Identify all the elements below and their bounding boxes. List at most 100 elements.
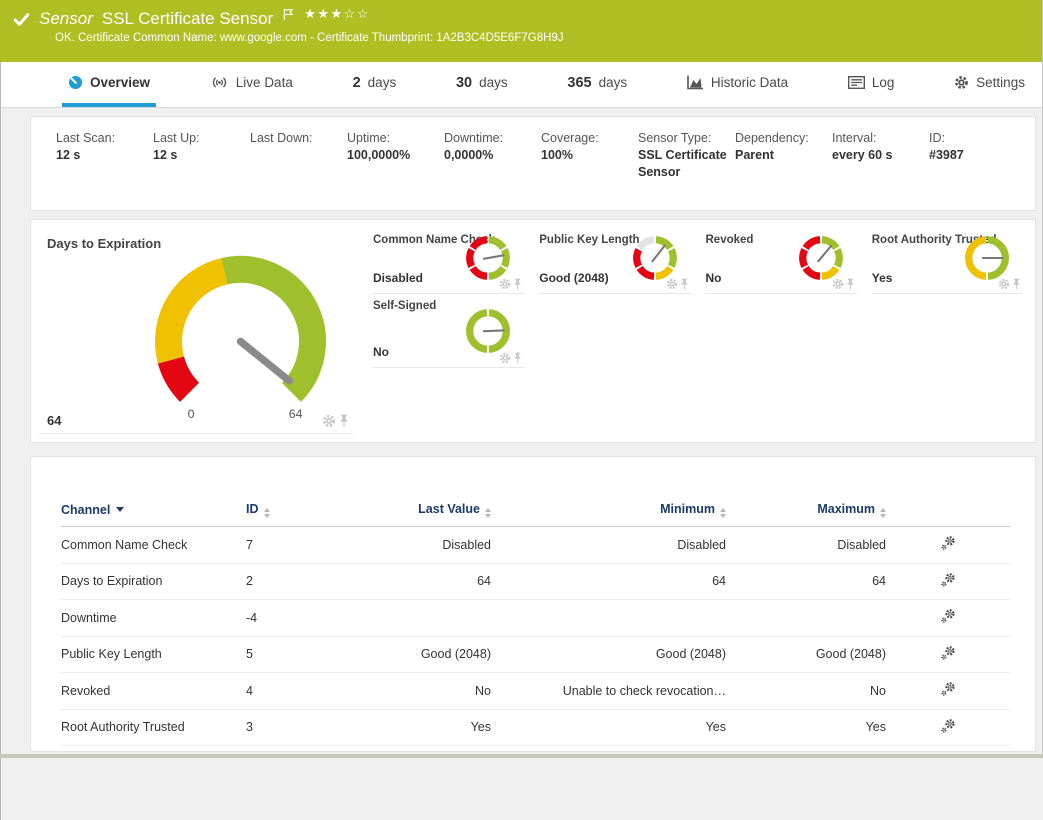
info-item-dependency: Dependency: Parent <box>735 130 832 210</box>
gear-icon[interactable] <box>499 278 511 290</box>
channel-settings-icon[interactable] <box>940 718 956 734</box>
gear-icon[interactable] <box>998 278 1010 290</box>
pin-icon[interactable] <box>513 278 522 290</box>
tab-live-data[interactable]: Live Data <box>204 62 299 107</box>
info-value: 0,0000% <box>444 147 533 164</box>
cell-minimum: Unable to check revocation… <box>491 673 726 710</box>
small-gauge <box>797 234 845 282</box>
gear-icon[interactable] <box>832 278 844 290</box>
info-item-last-down: Last Down: <box>250 130 347 210</box>
col-header-label: Maximum <box>817 502 875 516</box>
tab-30-days[interactable]: 30 days <box>450 62 514 107</box>
cell-minimum: Yes <box>491 709 726 746</box>
channel-row-common-name-check[interactable]: Common Name Check7DisabledDisabledDisabl… <box>61 527 1010 564</box>
channel-row-days-to-expiration[interactable]: Days to Expiration2646464 <box>61 563 1010 600</box>
col-header-label: Last Value <box>418 502 480 516</box>
channel-settings-icon[interactable] <box>940 645 956 661</box>
cell-maximum: Good (2048) <box>726 636 886 673</box>
check-icon <box>13 11 30 28</box>
info-value: #3987 <box>929 147 1018 164</box>
gauge-value: No <box>373 345 389 359</box>
pin-icon[interactable] <box>846 278 855 290</box>
info-label: Downtime: <box>444 130 533 147</box>
cell-maximum: No <box>726 673 886 710</box>
object-kind-label: Sensor <box>39 9 93 29</box>
channel-settings-icon[interactable] <box>940 572 956 588</box>
col-header-maximum[interactable]: Maximum <box>726 497 886 527</box>
channel-settings-icon[interactable] <box>940 535 956 551</box>
gear-icon[interactable] <box>499 352 511 364</box>
days-to-expiration-gauge: 064 <box>128 240 353 432</box>
cell-channel: Revoked <box>61 673 246 710</box>
cell-last-value: Yes <box>341 709 491 746</box>
info-label: Sensor Type: <box>638 130 727 147</box>
tab-range-number: 365 <box>567 75 591 91</box>
info-label: Last Up: <box>153 130 242 147</box>
priority-stars[interactable]: ★★★☆☆ <box>304 6 370 22</box>
channel-row-public-key-length[interactable]: Public Key Length5Good (2048)Good (2048)… <box>61 636 1010 673</box>
cell-id: 4 <box>246 673 341 710</box>
pin-icon[interactable] <box>1012 278 1021 290</box>
cell-channel: Root Authority Trusted <box>61 709 246 746</box>
pin-icon[interactable] <box>513 352 522 364</box>
col-header-label: Minimum <box>660 502 715 516</box>
empty-gauge-cell <box>872 294 1023 368</box>
gauge-value: Good (2048) <box>539 271 608 285</box>
channel-row-self-signed[interactable]: Self-Signed6NoNoNo <box>61 746 1010 753</box>
gauge-title: Self-Signed <box>373 300 436 312</box>
gauge-cell-root-authority-trusted[interactable]: Root Authority TrustedYes <box>872 228 1023 294</box>
tab-range-number: 30 <box>456 75 472 91</box>
info-label: Interval: <box>832 130 921 147</box>
gauge-cell-self-signed[interactable]: Self-Signed No <box>373 294 524 368</box>
channel-row-root-authority-trusted[interactable]: Root Authority Trusted3YesYesYes <box>61 709 1010 746</box>
gauge-title: Revoked <box>706 234 754 246</box>
sensor-status-message: OK. Certificate Common Name: www.google.… <box>0 29 1043 44</box>
channel-row-revoked[interactable]: Revoked4NoUnable to check revocation…No <box>61 673 1010 710</box>
channel-settings-icon[interactable] <box>940 608 956 624</box>
gear-icon[interactable] <box>322 414 336 428</box>
col-header-last-value[interactable]: Last Value <box>341 497 491 527</box>
col-header-id[interactable]: ID <box>246 497 341 527</box>
tab-2-days[interactable]: 2 days <box>347 62 403 107</box>
tab-range-number: 2 <box>353 75 361 91</box>
gauges-panel: Days to Expiration 064 64 Common Name Ch… <box>30 219 1036 443</box>
channel-row-downtime[interactable]: Downtime-4 <box>61 600 1010 637</box>
tab-overview[interactable]: Overview <box>62 62 156 107</box>
tab-bar: Overview Live Data 2 days 30 days 365days Histo… <box>0 62 1043 108</box>
channels-table-panel: ChannelID Last Value Minimum Maximum Common… <box>30 456 1036 752</box>
info-value: SSL Certificate Sensor <box>638 147 727 181</box>
cell-maximum: Yes <box>726 709 886 746</box>
tab-label: days <box>479 75 508 90</box>
tab-settings[interactable]: Settings <box>948 62 1031 107</box>
tab-365-days[interactable]: 365days <box>561 62 633 107</box>
info-item-coverage: Coverage: 100% <box>541 130 638 210</box>
log-icon <box>848 75 865 90</box>
channel-settings-icon[interactable] <box>940 681 956 697</box>
pin-icon[interactable] <box>339 414 349 428</box>
info-value: 100% <box>541 147 630 164</box>
info-value: 100,0000% <box>347 147 436 164</box>
flag-icon[interactable] <box>282 8 295 26</box>
tab-label: Live Data <box>236 75 293 90</box>
gear-icon[interactable] <box>666 278 678 290</box>
tab-label: days <box>368 75 397 90</box>
tab-log[interactable]: Log <box>842 62 901 107</box>
cell-channel: Common Name Check <box>61 527 246 564</box>
sort-icon <box>264 508 270 518</box>
tab-label: Log <box>872 75 895 90</box>
info-label: Last Scan: <box>56 130 145 147</box>
cell-maximum <box>726 600 886 637</box>
tab-historic-data[interactable]: Historic Data <box>681 62 794 107</box>
gauge-cell-revoked[interactable]: RevokedNo <box>706 228 857 294</box>
gauge-cell-common-name-check[interactable]: Common Name CheckDisabled <box>373 228 524 294</box>
cell-maximum: No <box>726 746 886 753</box>
gauge-cell-public-key-length[interactable]: Public Key LengthGood (2048) <box>539 228 690 294</box>
col-header-minimum[interactable]: Minimum <box>491 497 726 527</box>
info-item-last-up: Last Up: 12 s <box>153 130 250 210</box>
tab-label: Historic Data <box>711 75 788 90</box>
cell-channel: Days to Expiration <box>61 563 246 600</box>
cell-channel: Self-Signed <box>61 746 246 753</box>
pin-icon[interactable] <box>680 278 689 290</box>
col-header-channel[interactable]: Channel <box>61 497 246 527</box>
info-value: 12 s <box>153 147 242 164</box>
